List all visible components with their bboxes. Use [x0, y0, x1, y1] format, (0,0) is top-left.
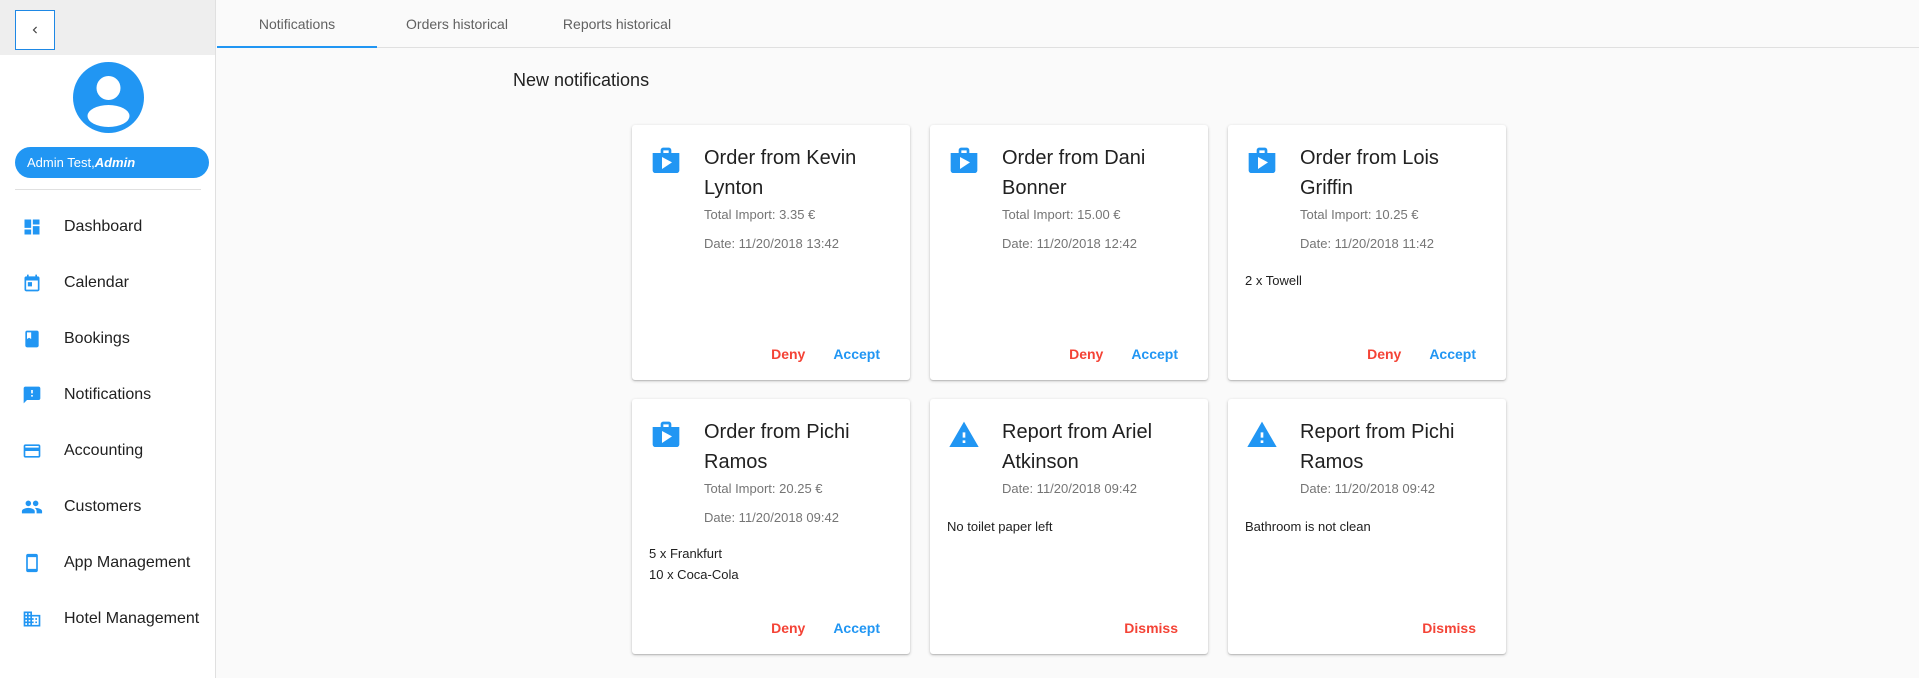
avatar[interactable] — [73, 62, 144, 133]
card-actions: Deny Accept — [757, 340, 894, 368]
tab-reports-historical[interactable]: Reports historical — [537, 0, 697, 47]
sidebar: Admin Test, Admin Dashboard Calendar Book… — [0, 0, 216, 678]
divider — [15, 189, 201, 190]
calendar-icon — [21, 272, 43, 294]
deny-button[interactable]: Deny — [757, 340, 819, 368]
accept-button[interactable]: Accept — [1415, 340, 1490, 368]
accept-button[interactable]: Accept — [819, 340, 894, 368]
sidebar-item-bookings[interactable]: Bookings — [0, 311, 216, 367]
report-card: Report from Pichi Ramos Date: 11/20/2018… — [1228, 399, 1506, 654]
sidebar-item-hotel-management[interactable]: Hotel Management — [0, 591, 216, 647]
shop-icon — [652, 421, 680, 447]
user-role: Admin — [94, 155, 136, 170]
sidebar-header — [0, 0, 215, 55]
card-message: Bathroom is not clean — [1245, 516, 1371, 537]
shop-icon — [652, 147, 680, 173]
card-date: Date: 11/20/2018 09:42 — [1002, 481, 1137, 496]
page-title: New notifications — [513, 70, 650, 90]
user-chip[interactable]: Admin Test, Admin — [15, 147, 209, 178]
card-title: Order from Kevin Lynton — [704, 147, 857, 199]
user-name: Admin Test, — [27, 155, 95, 170]
sidebar-item-accounting[interactable]: Accounting — [0, 423, 216, 479]
report-text: No toilet paper left — [947, 519, 1053, 534]
dismiss-button[interactable]: Dismiss — [1110, 614, 1192, 642]
card-actions: Dismiss — [1408, 614, 1490, 642]
tab-bar: Notifications Orders historical Reports … — [217, 0, 1919, 48]
shop-icon — [950, 147, 978, 173]
book-icon — [21, 328, 43, 350]
report-card: Report from Ariel Atkinson Date: 11/20/2… — [930, 399, 1208, 654]
card-actions: Deny Accept — [1055, 340, 1192, 368]
card-title: Order from Lois Griffin — [1300, 147, 1439, 199]
card-date: Date: 11/20/2018 12:42 — [1002, 236, 1137, 251]
sidebar-item-app-management[interactable]: App Management — [0, 535, 216, 591]
order-line: 5 x Frankfurt — [649, 546, 722, 561]
card-title: Order from Dani Bonner — [1002, 147, 1146, 199]
card-total-import: Total Import: 10.25 € — [1300, 207, 1419, 222]
card-date: Date: 11/20/2018 09:42 — [1300, 481, 1435, 496]
sidebar-nav: Dashboard Calendar Bookings Notification… — [0, 199, 216, 647]
accept-button[interactable]: Accept — [819, 614, 894, 642]
card-actions: Dismiss — [1110, 614, 1192, 642]
card-total-import: Total Import: 15.00 € — [1002, 207, 1121, 222]
card-items: 5 x Frankfurt 10 x Coca-Cola — [649, 543, 739, 585]
order-card: Order from Pichi Ramos Total Import: 20.… — [632, 399, 910, 654]
card-total-import: Total Import: 20.25 € — [704, 481, 823, 496]
card-date: Date: 11/20/2018 11:42 — [1300, 236, 1434, 251]
sidebar-item-label: App Management — [64, 554, 191, 571]
card-message: No toilet paper left — [947, 516, 1053, 537]
sidebar-item-label: Calendar — [64, 274, 129, 291]
order-line: 10 x Coca-Cola — [649, 567, 739, 582]
order-card: Order from Kevin Lynton Total Import: 3.… — [632, 125, 910, 380]
dashboard-icon — [21, 216, 43, 238]
dismiss-button[interactable]: Dismiss — [1408, 614, 1490, 642]
accept-button[interactable]: Accept — [1117, 340, 1192, 368]
order-card: Order from Lois Griffin Total Import: 10… — [1228, 125, 1506, 380]
deny-button[interactable]: Deny — [1353, 340, 1415, 368]
card-title: Report from Pichi Ramos — [1300, 421, 1455, 473]
feedback-icon — [21, 384, 43, 406]
chevron-left-icon — [32, 26, 37, 34]
order-card: Order from Dani Bonner Total Import: 15.… — [930, 125, 1208, 380]
warning-icon — [1247, 421, 1277, 447]
card-actions: Deny Accept — [757, 614, 894, 642]
card-actions: Deny Accept — [1353, 340, 1490, 368]
shop-icon — [1248, 147, 1276, 173]
card-date: Date: 11/20/2018 09:42 — [704, 510, 839, 525]
phone-icon — [21, 552, 43, 574]
card-date: Date: 11/20/2018 13:42 — [704, 236, 839, 251]
warning-icon — [949, 421, 979, 447]
people-icon — [21, 496, 43, 518]
card-title: Report from Ariel Atkinson — [1002, 421, 1153, 473]
sidebar-item-label: Customers — [64, 498, 142, 515]
sidebar-item-customers[interactable]: Customers — [0, 479, 216, 535]
card-title: Order from Pichi Ramos — [704, 421, 850, 473]
sidebar-item-notifications[interactable]: Notifications — [0, 367, 216, 423]
order-line: 2 x Towell — [1245, 273, 1302, 288]
sidebar-item-label: Notifications — [64, 386, 152, 403]
back-button[interactable] — [15, 10, 55, 50]
sidebar-item-label: Hotel Management — [64, 610, 200, 627]
credit-card-icon — [21, 440, 43, 462]
report-text: Bathroom is not clean — [1245, 519, 1371, 534]
sidebar-item-calendar[interactable]: Calendar — [0, 255, 216, 311]
user-icon — [87, 76, 130, 127]
sidebar-item-label: Accounting — [64, 442, 144, 459]
sidebar-item-dashboard[interactable]: Dashboard — [0, 199, 216, 255]
deny-button[interactable]: Deny — [757, 614, 819, 642]
card-items: 2 x Towell — [1245, 270, 1302, 291]
tab-orders-historical[interactable]: Orders historical — [377, 0, 537, 47]
sidebar-item-label: Dashboard — [64, 218, 143, 235]
building-icon — [21, 608, 43, 630]
tab-notifications[interactable]: Notifications — [217, 0, 377, 48]
sidebar-item-label: Bookings — [64, 330, 130, 347]
card-total-import: Total Import: 3.35 € — [704, 207, 816, 222]
deny-button[interactable]: Deny — [1055, 340, 1117, 368]
